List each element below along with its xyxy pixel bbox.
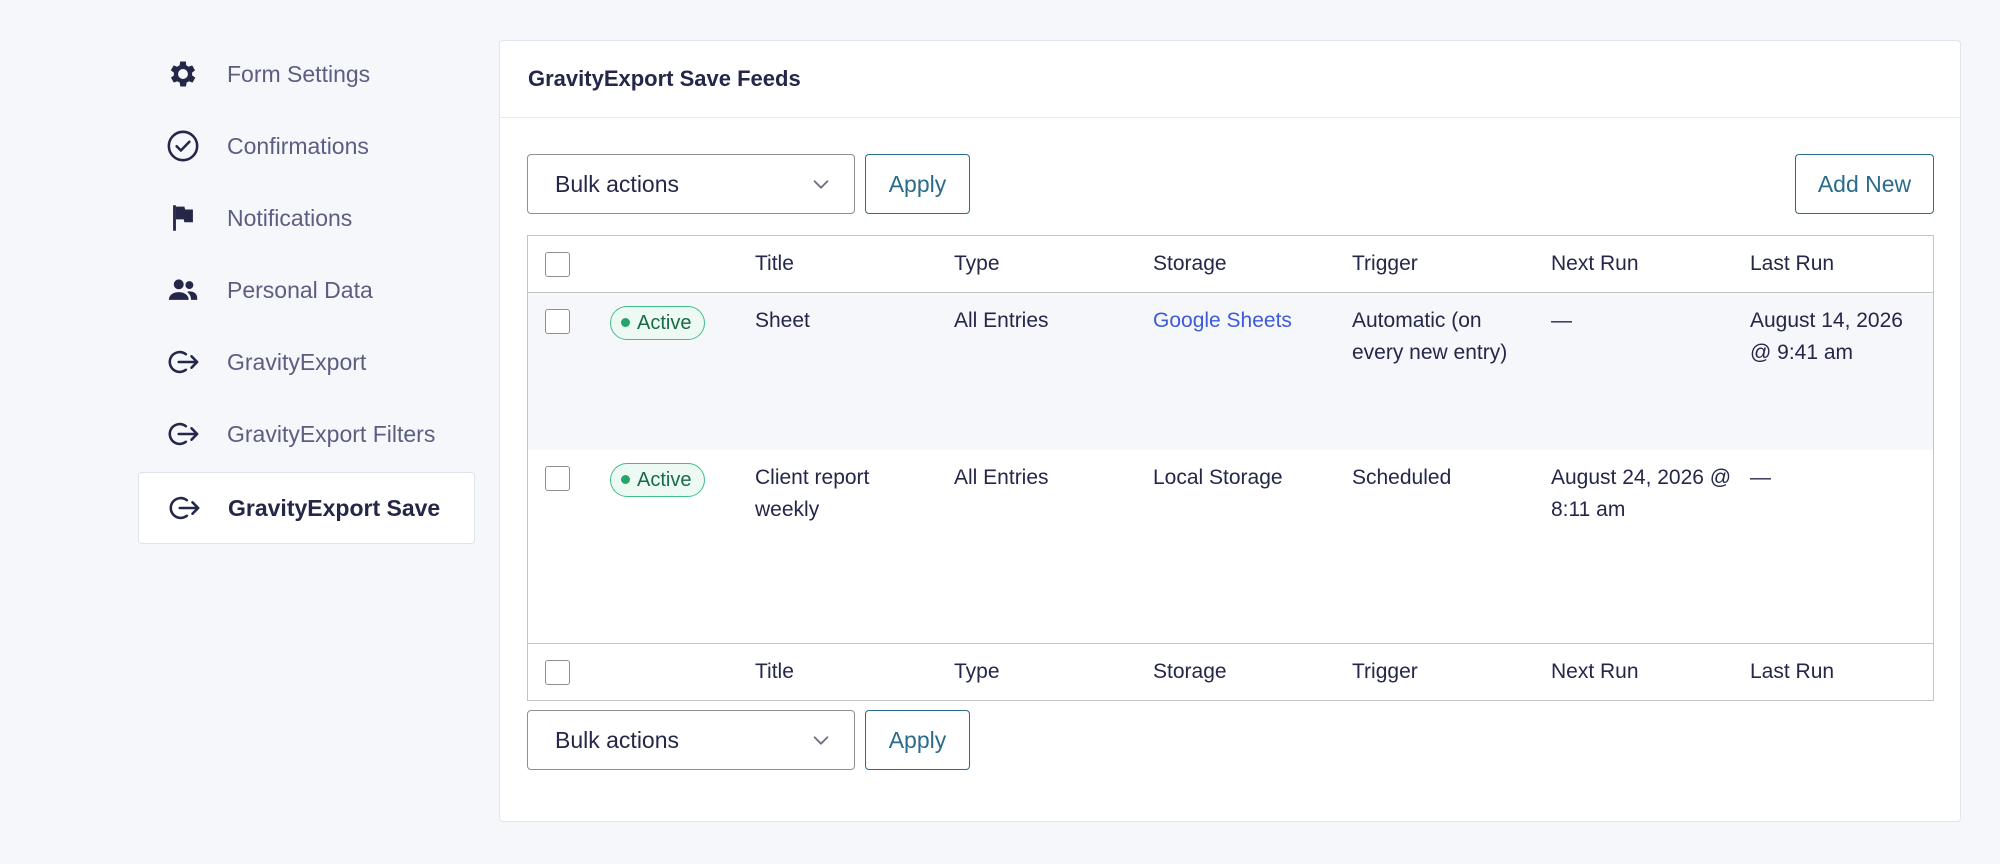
feed-storage: Google Sheets [1153, 305, 1292, 337]
status-dot-icon [621, 475, 630, 484]
sidebar-item-gravityexport[interactable]: GravityExport [138, 326, 475, 398]
row-checkbox[interactable] [545, 466, 570, 491]
status-dot-icon [621, 318, 630, 327]
status-cell: Active [610, 462, 706, 497]
status-label: Active [637, 311, 692, 334]
feed-last-run: August 14, 2026 @ 9:41 am [1750, 309, 1903, 364]
export-arrow-icon [165, 344, 201, 380]
feed-last-run: — [1750, 466, 1771, 489]
table-header-row: Title Type Storage Trigger Next Run Last… [528, 236, 1933, 293]
add-new-button[interactable]: Add New [1795, 154, 1934, 214]
bulk-actions-label: Bulk actions [555, 726, 680, 753]
bottom-toolbar: Bulk actions Apply [527, 710, 970, 770]
chevron-down-icon [813, 180, 829, 189]
status-label: Active [637, 468, 692, 491]
row-checkbox[interactable] [545, 309, 570, 334]
bulk-actions-select[interactable]: Bulk actions [527, 154, 855, 214]
column-footer-type: Type [954, 660, 1000, 683]
row-checkbox-cell [545, 309, 570, 334]
feeds-table: Title Type Storage Trigger Next Run Last… [527, 235, 1934, 701]
select-all-checkbox-footer[interactable] [545, 659, 570, 685]
row-checkbox-cell [545, 466, 570, 491]
chevron-down-icon [813, 736, 829, 745]
people-icon [165, 272, 201, 308]
column-footer-title[interactable]: Title [755, 656, 935, 688]
status-badge[interactable]: Active [610, 462, 706, 497]
storage-link[interactable]: Google Sheets [1153, 309, 1292, 332]
settings-sidebar: Form Settings Confirmations Notification… [138, 38, 475, 544]
status-badge[interactable]: Active [610, 305, 706, 340]
column-header-title[interactable]: Title [755, 248, 935, 280]
sidebar-item-notifications[interactable]: Notifications [138, 182, 475, 254]
column-footer-next-run: Next Run [1551, 660, 1639, 683]
bulk-actions-select-bottom[interactable]: Bulk actions [527, 710, 855, 770]
sidebar-item-label: Notifications [227, 204, 353, 231]
sidebar-item-personal-data[interactable]: Personal Data [138, 254, 475, 326]
sidebar-item-label: GravityExport Filters [227, 420, 436, 447]
column-header-trigger: Trigger [1352, 252, 1418, 275]
feed-next-run: August 24, 2026 @ 8:11 am [1551, 466, 1732, 521]
feed-title[interactable]: Sheet [755, 305, 935, 337]
status-cell: Active [610, 305, 706, 340]
column-footer-storage: Storage [1153, 660, 1227, 683]
feed-trigger: Automatic (on every new entry) [1352, 309, 1508, 364]
top-toolbar: Bulk actions Apply [527, 154, 970, 214]
column-header-type: Type [954, 252, 1000, 275]
column-header-last-run: Last Run [1750, 252, 1835, 275]
sidebar-item-confirmations[interactable]: Confirmations [138, 110, 475, 182]
table-row: Active Client report weekly All Entries … [528, 450, 1933, 640]
sidebar-item-label: GravityExport [227, 348, 367, 375]
export-arrow-icon [166, 490, 202, 526]
check-circle-icon [165, 128, 201, 164]
table-footer-row: Title Type Storage Trigger Next Run Last… [528, 643, 1933, 700]
sidebar-item-label: Personal Data [227, 276, 373, 303]
table-row: Active Sheet All Entries Google Sheets A… [528, 293, 1933, 450]
feed-storage: Local Storage [1153, 466, 1283, 489]
feeds-panel: GravityExport Save Feeds Bulk actions Ap… [499, 40, 1961, 822]
feed-type: All Entries [954, 309, 1049, 332]
column-footer-last-run: Last Run [1750, 660, 1835, 683]
select-all-checkbox[interactable] [545, 251, 570, 277]
gear-icon [165, 56, 201, 92]
page-title: GravityExport Save Feeds [500, 41, 1960, 118]
select-all-cell [545, 251, 570, 277]
select-all-cell [545, 659, 570, 685]
apply-button-bottom[interactable]: Apply [865, 710, 970, 770]
column-header-next-run: Next Run [1551, 252, 1639, 275]
sidebar-item-gravityexport-save[interactable]: GravityExport Save [138, 472, 475, 544]
feed-title[interactable]: Client report weekly [755, 462, 935, 526]
apply-button[interactable]: Apply [865, 154, 970, 214]
column-footer-trigger: Trigger [1352, 660, 1418, 683]
bulk-actions-label: Bulk actions [555, 170, 680, 197]
sidebar-item-gravityexport-filters[interactable]: GravityExport Filters [138, 398, 475, 470]
sidebar-item-label: Form Settings [227, 60, 371, 87]
feed-type: All Entries [954, 466, 1049, 489]
sidebar-item-label: Confirmations [227, 132, 369, 159]
export-arrow-icon [165, 416, 201, 452]
sidebar-item-label: GravityExport Save [228, 494, 441, 521]
feed-trigger: Scheduled [1352, 466, 1452, 489]
column-header-storage: Storage [1153, 252, 1227, 275]
sidebar-item-form-settings[interactable]: Form Settings [138, 38, 475, 110]
feed-next-run: — [1551, 309, 1572, 332]
flag-icon [165, 200, 201, 236]
